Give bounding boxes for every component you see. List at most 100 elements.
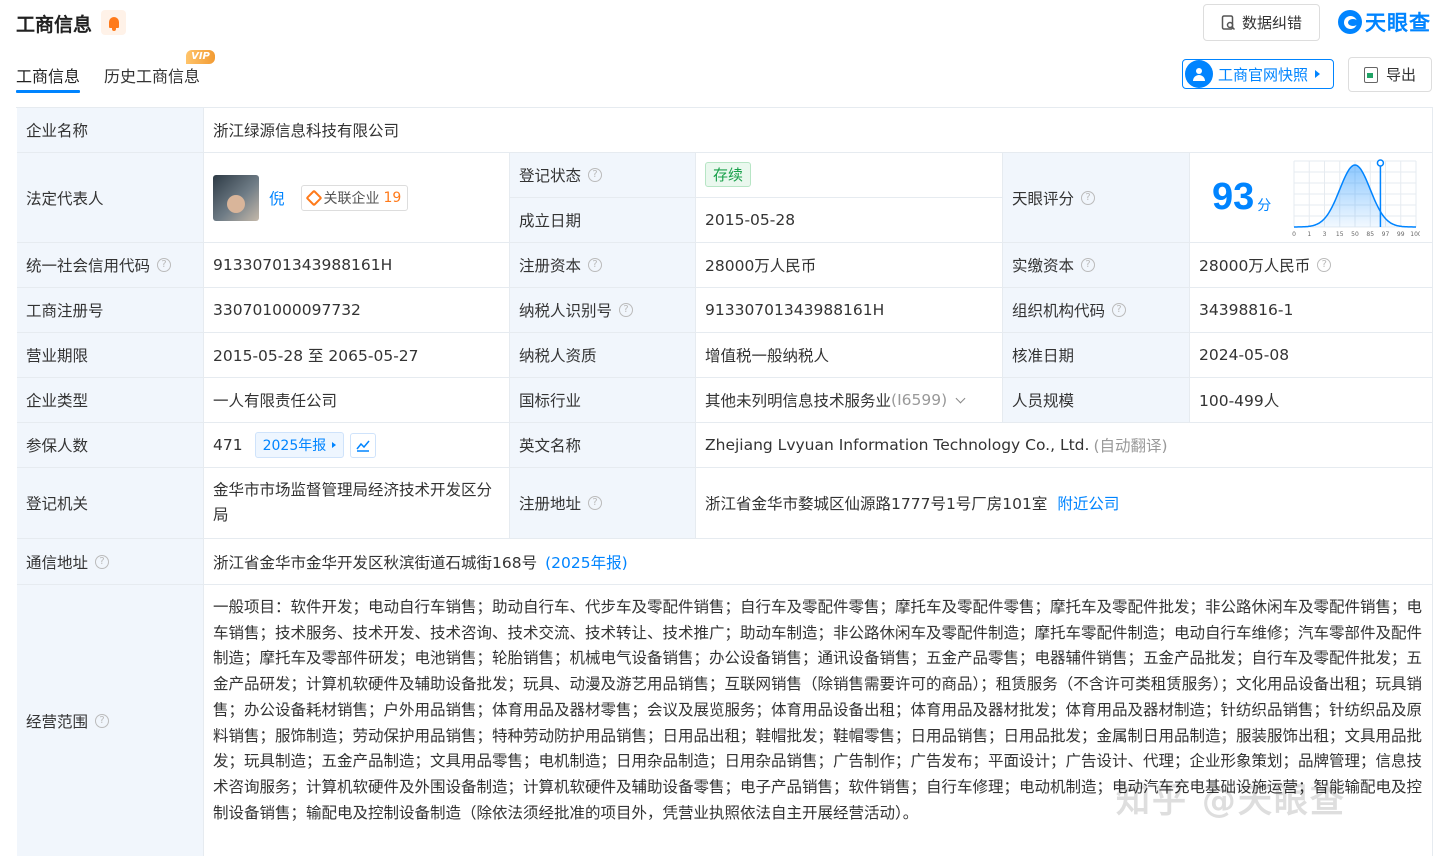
official-snapshot-button[interactable]: 工商官网快照 (1182, 59, 1334, 89)
legal-rep-name-link[interactable]: 倪 (269, 187, 285, 209)
person-icon (1185, 60, 1213, 88)
tax-qual-label: 纳税人资质 (519, 347, 597, 365)
chart-tick-label: 99 (1397, 231, 1405, 238)
value-cell: 浙江绿源信息科技有限公司 (204, 108, 1433, 153)
auto-translate-note: (自动翻译) (1093, 437, 1168, 455)
help-icon[interactable]: ? (95, 713, 110, 728)
company-name: 浙江绿源信息科技有限公司 (213, 122, 400, 140)
official-snapshot-label: 工商官网快照 (1218, 65, 1309, 84)
reg-no-label: 工商注册号 (26, 302, 104, 320)
reg-addr-label: 注册地址 (519, 495, 582, 513)
tab-business-info[interactable]: 工商信息 (16, 63, 80, 87)
mail-addr-report-link[interactable]: (2025年报) (545, 551, 628, 573)
en-name-label: 英文名称 (519, 437, 582, 455)
logo-mark-icon (1338, 10, 1362, 34)
avatar[interactable] (213, 174, 259, 221)
chart-tick-label: 15 (1336, 231, 1344, 238)
label-cell: 实缴资本? (1003, 243, 1190, 288)
help-icon[interactable]: ? (588, 496, 603, 510)
related-companies-badge[interactable]: 关联企业 19 (300, 184, 409, 211)
table-row: 企业名称 浙江绿源信息科技有限公司 (17, 108, 1433, 153)
chart-tick-label: 1 (1307, 231, 1311, 238)
company-name-label: 企业名称 (26, 122, 89, 140)
chevron-down-icon[interactable] (955, 393, 966, 403)
type-label: 企业类型 (26, 392, 89, 410)
value-cell: 增值税一般纳税人 (696, 333, 1003, 378)
help-icon[interactable]: ? (1112, 303, 1127, 317)
label-cell: 法定代表人 (17, 153, 204, 243)
help-icon[interactable]: ? (157, 258, 172, 272)
help-icon[interactable]: ? (1081, 190, 1096, 205)
nearby-companies-link[interactable]: 附近公司 (1057, 492, 1119, 514)
excel-icon (1363, 66, 1378, 83)
bell-icon[interactable] (101, 10, 126, 35)
insured-count: 471 (213, 436, 243, 454)
table-row: 营业期限 2015-05-28 至 2065-05-27 纳税人资质 增值税一般… (17, 333, 1433, 378)
document-search-icon (1221, 14, 1236, 30)
table-row: 通信地址? 浙江省金华市金华开发区秋滨街道石城街168号 (2025年报) (17, 539, 1433, 585)
help-icon[interactable]: ? (95, 554, 110, 569)
value-cell: 浙江省金华市金华开发区秋滨街道石城街168号 (2025年报) (204, 539, 1433, 585)
label-cell: 注册资本? (510, 243, 696, 288)
active-tab-indicator (16, 90, 80, 93)
page-header: 工商信息 数据纠错 天眼查 工商信息 历史工商信息 VIP 工商官网快照 导出 (0, 0, 1440, 100)
data-correct-button[interactable]: 数据纠错 (1203, 4, 1320, 41)
value-cell: 一人有限责任公司 (204, 378, 510, 423)
tab-history-business-info[interactable]: 历史工商信息 (104, 63, 200, 87)
trend-chart-icon[interactable] (350, 432, 377, 458)
export-button[interactable]: 导出 (1348, 57, 1432, 92)
help-icon[interactable]: ? (619, 303, 634, 317)
help-icon[interactable]: ? (588, 258, 603, 272)
value-cell: 倪 关联企业 19 (204, 153, 510, 243)
chart-tick-label: 50 (1351, 231, 1359, 238)
label-cell: 企业名称 (17, 108, 204, 153)
founded-label: 成立日期 (519, 212, 582, 230)
label-cell: 通信地址? (17, 539, 204, 585)
label-cell: 英文名称 (510, 423, 696, 468)
table-row: 参保人数 471 2025年报 英文名称 Zhejiang Lvyuan Inf… (17, 423, 1433, 468)
value-cell: 100-499人 (1190, 378, 1433, 423)
chart-tick-label: 97 (1382, 231, 1390, 238)
label-cell: 人员规模 (1003, 378, 1190, 423)
label-cell: 参保人数 (17, 423, 204, 468)
annual-report-button[interactable]: 2025年报 (254, 432, 345, 458)
data-correct-label: 数据纠错 (1241, 14, 1302, 32)
value-cell: 91330701343988161H (204, 243, 510, 288)
paid-capital-label: 实缴资本 (1012, 257, 1075, 275)
chart-tick-label: 100 (1410, 231, 1420, 238)
mailing-address: 浙江省金华市金华开发区秋滨街道石城街168号 (213, 553, 538, 572)
term-label: 营业期限 (26, 347, 89, 365)
help-icon[interactable]: ? (588, 168, 603, 182)
watermark: 知乎 @天眼查 (1116, 781, 1346, 821)
label-cell: 纳税人识别号? (510, 288, 696, 333)
caret-right-icon (1315, 70, 1321, 78)
label-cell: 登记状态? (510, 153, 696, 198)
legal-rep-label: 法定代表人 (26, 189, 104, 208)
industry: 其他未列明信息技术服务业 (705, 392, 892, 410)
mail-addr-label: 通信地址 (26, 553, 89, 572)
vip-badge: VIP (186, 50, 215, 64)
status-badge: 存续 (705, 162, 752, 187)
help-icon[interactable]: ? (1317, 258, 1332, 272)
label-cell: 成立日期 (510, 198, 696, 243)
label-cell: 天眼评分? (1003, 153, 1190, 243)
help-icon[interactable]: ? (1081, 258, 1096, 272)
tax-id: 91330701343988161H (705, 301, 885, 319)
chart-area (1294, 165, 1416, 227)
caret-right-icon (332, 442, 337, 448)
value-cell[interactable]: 其他未列明信息技术服务业 (I6599) (696, 378, 1003, 423)
value-cell: 330701000097732 (204, 288, 510, 333)
registration-authority: 金华市市场监督管理局经济技术开发区分局 (213, 481, 493, 524)
label-cell: 工商注册号 (17, 288, 204, 333)
label-cell: 营业期限 (17, 333, 204, 378)
export-label: 导出 (1385, 66, 1416, 84)
label-cell: 注册地址? (510, 468, 696, 539)
score-value: 93 (1212, 176, 1255, 218)
value-cell: 2015-05-28 (696, 198, 1003, 243)
label-cell: 统一社会信用代码? (17, 243, 204, 288)
reg-capital: 28000万人民币 (705, 257, 817, 275)
label-cell: 登记机关 (17, 468, 204, 539)
value-cell: 2024-05-08 (1190, 333, 1433, 378)
insured-label: 参保人数 (26, 437, 89, 455)
org-code-label: 组织机构代码 (1012, 302, 1106, 320)
